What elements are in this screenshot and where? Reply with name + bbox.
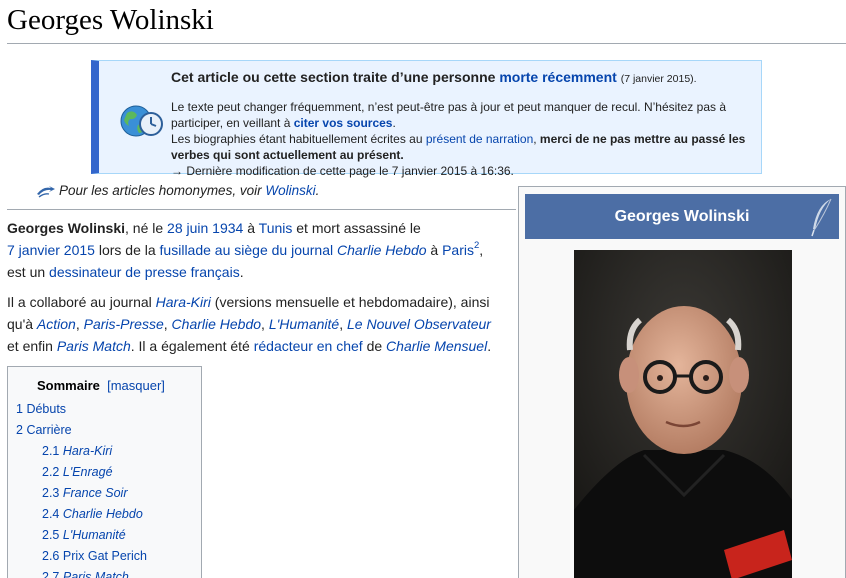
humanite-link[interactable]: L'Humanité	[269, 316, 339, 332]
banner-date: (7 janvier 2015).	[620, 73, 697, 85]
page-title: Georges Wolinski	[7, 4, 214, 36]
profession-link[interactable]: dessinateur de presse français	[49, 264, 240, 280]
infobox: Georges Wolinski	[518, 186, 846, 578]
editor-in-chief-link[interactable]: rédacteur en chef	[254, 338, 363, 354]
toc-header: Sommaire [masquer]	[37, 378, 165, 393]
paris-link[interactable]: Paris	[442, 242, 474, 258]
disambiguation-arrow-icon	[37, 186, 55, 198]
quill-icon	[811, 198, 832, 237]
career-paragraph: Il a collaboré au journal Hara-Kiri (ver…	[7, 294, 492, 354]
hatnote-divider	[7, 209, 516, 210]
banner-heading: Cet article ou cette section traite d’un…	[171, 69, 697, 85]
toc-item[interactable]: 2.3 France Soir	[42, 486, 127, 500]
title-divider	[7, 43, 846, 44]
toc-item[interactable]: 2.2 L'Enragé	[42, 465, 113, 479]
shooting-link[interactable]: fusillade au siège du journal Charlie He…	[160, 242, 427, 258]
banner-line-1: Le texte peut changer fréquemment, n’est…	[171, 100, 726, 130]
toc-item[interactable]: 1 Débuts	[16, 402, 66, 416]
nouvel-observateur-link[interactable]: Le Nouvel Observateur	[347, 316, 491, 332]
tunis-link[interactable]: Tunis	[259, 220, 293, 236]
charlie-hebdo-link[interactable]: Charlie Hebdo	[172, 316, 262, 332]
charlie-mensuel-link[interactable]: Charlie Mensuel	[386, 338, 487, 354]
hatnote-wolinski-link[interactable]: Wolinski	[265, 183, 315, 198]
banner-last-modified: → Dernière modification de cette page le…	[171, 164, 514, 178]
toc-item[interactable]: 2.1 Hara-Kiri	[42, 444, 112, 458]
portrait-photo[interactable]	[574, 250, 792, 578]
toc-item[interactable]: 2.7 Paris Match	[42, 570, 129, 578]
banner-text: Cet article ou cette section traite d’un…	[171, 68, 763, 179]
recent-death-link[interactable]: morte récemment	[499, 69, 617, 85]
table-of-contents: Sommaire [masquer] 1 Débuts 2 Carrière 2…	[7, 366, 202, 578]
subject-name: Georges Wolinski	[7, 220, 125, 236]
death-date-link[interactable]: 7 janvier 2015	[7, 242, 95, 258]
birth-date-link[interactable]: 28 juin 1934	[167, 220, 243, 236]
action-link[interactable]: Action	[37, 316, 76, 332]
cite-sources-link[interactable]: citer vos sources	[294, 116, 393, 130]
toc-title: Sommaire	[37, 378, 100, 393]
infobox-header: Georges Wolinski	[525, 194, 839, 239]
toc-item[interactable]: 2.5 L'Humanité	[42, 528, 126, 542]
toc-item[interactable]: 2 Carrière	[16, 423, 72, 437]
present-narration-link[interactable]: présent de narration	[426, 132, 533, 146]
recent-death-banner: Cet article ou cette section traite d’un…	[91, 60, 762, 178]
hatnote: Pour les articles homonymes, voir Wolins…	[59, 183, 320, 198]
infobox-title: Georges Wolinski	[614, 208, 750, 225]
intro-paragraph: Georges Wolinski, né le 28 juin 1934 à T…	[7, 220, 484, 280]
globe-clock-icon	[120, 105, 163, 137]
hara-kiri-link[interactable]: Hara-Kiri	[156, 294, 211, 310]
paris-presse-link[interactable]: Paris-Presse	[84, 316, 164, 332]
toc-item[interactable]: 2.6 Prix Gat Perich	[42, 549, 147, 563]
toc-toggle-link[interactable]: [masquer]	[107, 378, 165, 393]
paris-match-link[interactable]: Paris Match	[57, 338, 131, 354]
banner-line-2: Les biographies étant habituellement écr…	[171, 132, 746, 162]
toc-item[interactable]: 2.4 Charlie Hebdo	[42, 507, 143, 521]
